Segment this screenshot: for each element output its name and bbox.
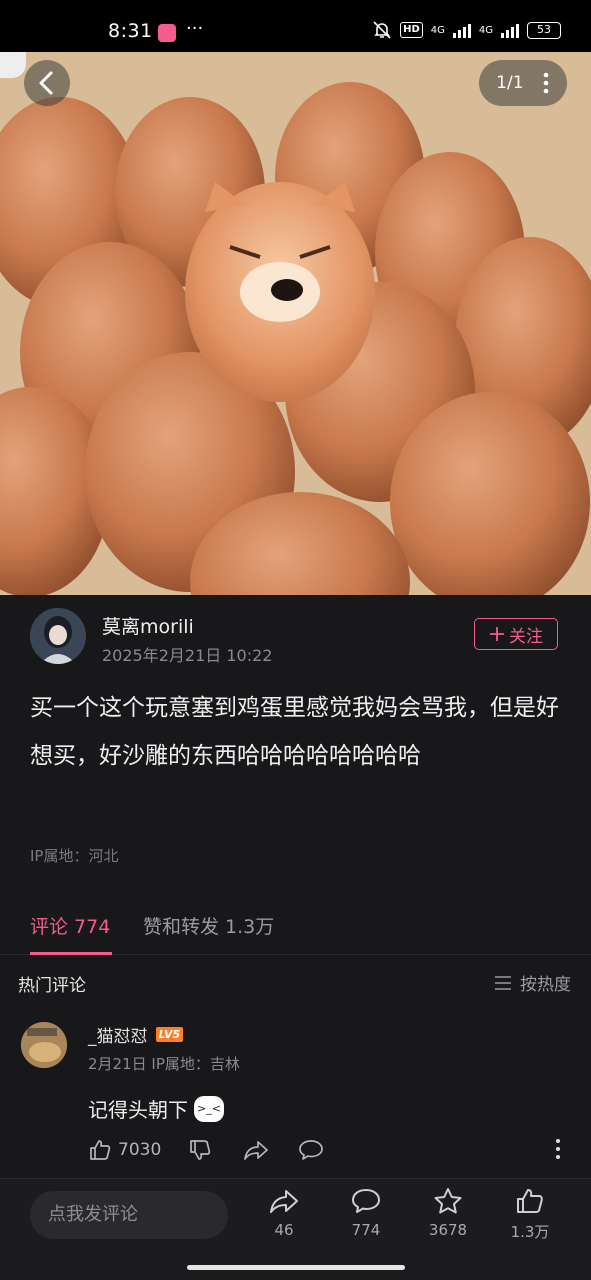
post-text: 买一个这个玩意塞到鸡蛋里感觉我妈会骂我，但是好想买，好沙雕的东西哈哈哈哈哈哈哈哈 <box>30 695 559 769</box>
comment-button[interactable]: 774 <box>336 1187 396 1239</box>
favorite-count: 3678 <box>428 1221 468 1239</box>
comment-actions: 7030 <box>88 1138 578 1168</box>
hd-icon: HD <box>400 22 423 38</box>
status-more: ··· <box>186 18 204 39</box>
comment-avatar-image <box>21 1022 67 1068</box>
signal-icon-2 <box>501 22 519 38</box>
share-count: 46 <box>274 1221 294 1239</box>
network-label-1: 4G <box>430 24 445 36</box>
tab-bar: 评论 774 赞和转发 1.3万 <box>0 895 591 955</box>
follow-label: 关注 <box>509 626 543 647</box>
page-indicator: 1/1 <box>496 73 524 93</box>
comment-more-button[interactable] <box>554 1138 562 1160</box>
bell-off-icon <box>373 21 391 39</box>
thumbs-up-icon <box>90 1140 111 1160</box>
thumbs-up-icon <box>517 1189 543 1213</box>
status-right: HD 4G 4G 53 <box>372 20 561 40</box>
comment-user: _猫怼怼 LV5 <box>88 1022 184 1047</box>
comment-avatar[interactable] <box>21 1022 67 1068</box>
tab-comments[interactable]: 评论 774 <box>30 912 110 939</box>
image-pager: 1/1 <box>479 60 567 106</box>
like-count: 1.3万 <box>510 1223 550 1241</box>
post-ip-location: IP属地：河北 <box>30 847 119 865</box>
app-notification-icon <box>158 24 176 42</box>
comment-body: 记得头朝下 >_< <box>88 1094 224 1123</box>
tab-likes-reposts[interactable]: 赞和转发 1.3万 <box>143 912 274 939</box>
author-row: 莫离morili 2025年2月21日 10:22 关注 <box>30 608 560 668</box>
signal-icon <box>452 22 471 38</box>
hot-comments-title: 热门评论 <box>18 976 86 996</box>
sort-label: 按热度 <box>520 975 571 995</box>
eggs-shiba-image <box>0 52 591 595</box>
share-icon <box>244 1141 268 1160</box>
post-date: 2025年2月21日 10:22 <box>102 646 273 665</box>
comment-like-count: 7030 <box>118 1140 162 1160</box>
level-badge: LV5 <box>155 1027 184 1042</box>
comment-username[interactable]: _猫怼怼 <box>88 1022 148 1047</box>
back-button[interactable] <box>24 60 70 106</box>
post-image[interactable] <box>0 52 591 595</box>
comment-dislike-button[interactable] <box>188 1138 212 1162</box>
follow-button[interactable]: 关注 <box>474 618 558 650</box>
chevron-left-icon <box>39 71 53 95</box>
more-vertical-icon <box>556 1139 560 1159</box>
page: 8:31 ··· HD 4G 4G 53 1/1 莫离morili 2025年2… <box>0 0 591 1280</box>
avatar-image <box>30 608 86 664</box>
emoji-face-icon: >_< <box>194 1095 224 1122</box>
plus-icon <box>490 627 504 641</box>
share-button[interactable]: 46 <box>254 1187 314 1239</box>
share-icon <box>270 1190 298 1213</box>
thumbs-down-icon <box>190 1140 211 1160</box>
bottom-action-bar: 点我发评论 46 774 3678 1.3万 <box>0 1178 591 1280</box>
list-icon <box>495 975 511 990</box>
favorite-button[interactable]: 3678 <box>418 1187 478 1239</box>
comment-reply-button[interactable] <box>298 1138 324 1162</box>
comment-bubble-icon <box>299 1140 323 1160</box>
more-vertical-icon[interactable] <box>542 71 550 95</box>
author-name[interactable]: 莫离morili <box>102 612 194 639</box>
comment-count: 774 <box>351 1221 381 1239</box>
comment-text: 记得头朝下 <box>88 1098 188 1122</box>
home-indicator[interactable] <box>187 1265 405 1270</box>
sort-button[interactable]: 按热度 <box>494 970 571 995</box>
comment-share-button[interactable] <box>243 1138 269 1162</box>
battery-icon: 53 <box>527 21 561 39</box>
star-icon <box>434 1188 462 1214</box>
status-time: 8:31 <box>108 20 153 42</box>
network-label-2: 4G <box>478 24 493 36</box>
active-tab-indicator <box>30 952 112 955</box>
comment-meta: 2月21日 IP属地：吉林 <box>88 1055 240 1073</box>
author-avatar[interactable] <box>30 608 86 664</box>
comment-bubble-icon <box>352 1189 380 1213</box>
like-button[interactable]: 1.3万 <box>500 1187 560 1242</box>
status-bar: 8:31 ··· HD 4G 4G 53 <box>0 0 591 52</box>
comment-input[interactable]: 点我发评论 <box>30 1191 228 1239</box>
comment-like-button[interactable]: 7030 <box>88 1138 161 1162</box>
